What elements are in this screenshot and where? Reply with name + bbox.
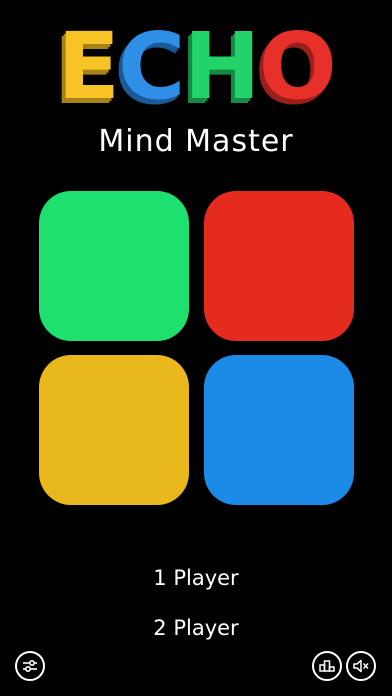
- podium-icon: [319, 660, 335, 672]
- logo-letter-o: O: [258, 13, 337, 120]
- echo-logo: E C H O: [0, 14, 392, 120]
- logo-letter-c: C: [118, 13, 186, 120]
- sound-button[interactable]: [346, 651, 376, 681]
- one-player-button[interactable]: 1 Player: [96, 560, 296, 596]
- blue-pad[interactable]: [204, 355, 354, 505]
- game-subtitle: Mind Master: [98, 124, 294, 159]
- sliders-icon: [23, 659, 37, 673]
- logo-letter-e: E: [57, 13, 120, 120]
- settings-button[interactable]: [15, 651, 45, 681]
- green-pad[interactable]: [39, 191, 189, 341]
- red-pad[interactable]: [204, 191, 354, 341]
- yellow-pad[interactable]: [39, 355, 189, 505]
- leaderboard-button[interactable]: [312, 651, 342, 681]
- speaker-muted-icon: [353, 659, 369, 673]
- two-player-button[interactable]: 2 Player: [96, 610, 296, 646]
- logo-letter-h: H: [183, 13, 261, 120]
